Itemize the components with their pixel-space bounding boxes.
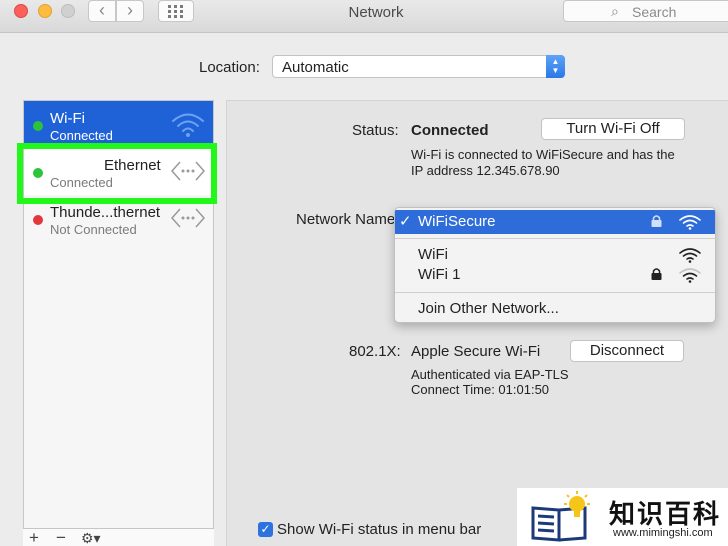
menu-item-join-other[interactable]: Join Other Network...: [395, 297, 715, 321]
location-label: Location:: [199, 59, 260, 76]
status-dot-green: [33, 121, 43, 131]
gear-menu-button[interactable]: ⚙▾: [81, 529, 101, 546]
menu-item-wifisecure[interactable]: ✓ WiFiSecure: [395, 210, 715, 234]
network-name: WiFi: [418, 246, 448, 263]
join-other-label: Join Other Network...: [418, 300, 559, 317]
watermark-url: www.mimingshi.com: [613, 527, 713, 539]
auth-method: Authenticated via EAP-TLS: [411, 367, 569, 382]
disconnect-button[interactable]: Disconnect: [570, 340, 684, 362]
status-description-ip: IP address 12.345.678.90: [411, 163, 560, 178]
remove-service-button[interactable]: −: [56, 529, 66, 546]
network-name: WiFiSecure: [418, 213, 496, 230]
auth-value: Apple Secure Wi-Fi: [411, 343, 541, 360]
watermark: 知识百科 www.mimingshi.com: [517, 488, 728, 546]
checkmark-icon: ✓: [399, 213, 412, 230]
title-bar: ‹ › Network ⌕ Search: [0, 0, 728, 33]
lock-icon: [651, 268, 662, 280]
status-label: Status:: [352, 122, 399, 139]
location-value: Automatic: [282, 59, 349, 76]
connect-time: Connect Time: 01:01:50: [411, 382, 550, 397]
turn-wifi-off-button[interactable]: Turn Wi-Fi Off: [541, 118, 685, 140]
wifi-signal-icon: [679, 268, 701, 283]
chevron-updown-icon: ▲ ▼: [546, 55, 565, 78]
menu-separator: [395, 292, 715, 293]
book-lightbulb-logo: [531, 491, 590, 542]
service-name: Thunde...thernet: [50, 204, 161, 221]
service-status: Connected: [50, 128, 113, 143]
search-icon: ⌕: [611, 3, 619, 19]
network-name-label: Network Name: [296, 211, 396, 228]
status-description: Wi-Fi is connected to WiFiSecure and has…: [411, 147, 675, 162]
ethernet-highlight-box: [17, 143, 217, 204]
menu-separator: [395, 238, 715, 239]
search-placeholder: Search: [632, 4, 677, 20]
wifi-icon: [172, 113, 204, 137]
show-wifi-status-label: Show Wi-Fi status in menu bar: [277, 521, 482, 538]
network-name-menu: ✓ WiFiSecure WiFi WiFi 1 Join Other Netw…: [394, 207, 716, 323]
auth-label: 802.1X:: [349, 343, 401, 360]
lock-icon: [651, 215, 662, 227]
service-name: Wi-Fi: [50, 110, 85, 127]
wifi-signal-icon: [679, 248, 701, 263]
service-status: Not Connected: [50, 222, 137, 237]
status-dot-red: [33, 215, 43, 225]
wifi-signal-icon: [679, 215, 701, 230]
search-field[interactable]: ⌕ Search: [563, 0, 728, 22]
service-item-wifi[interactable]: Wi-Fi Connected: [24, 101, 213, 148]
network-name: WiFi 1: [418, 266, 461, 283]
show-wifi-status-checkbox[interactable]: ✓: [258, 522, 273, 537]
sidebar-toolbar: + − ⚙▾: [23, 528, 214, 546]
status-value: Connected: [411, 122, 489, 139]
menu-item-wifi-1[interactable]: WiFi 1: [395, 263, 715, 287]
location-select[interactable]: Automatic ▲ ▼: [272, 55, 565, 78]
add-service-button[interactable]: +: [29, 529, 39, 546]
ethernet-icon: [170, 208, 206, 228]
watermark-brand: 知识百科: [609, 499, 722, 529]
